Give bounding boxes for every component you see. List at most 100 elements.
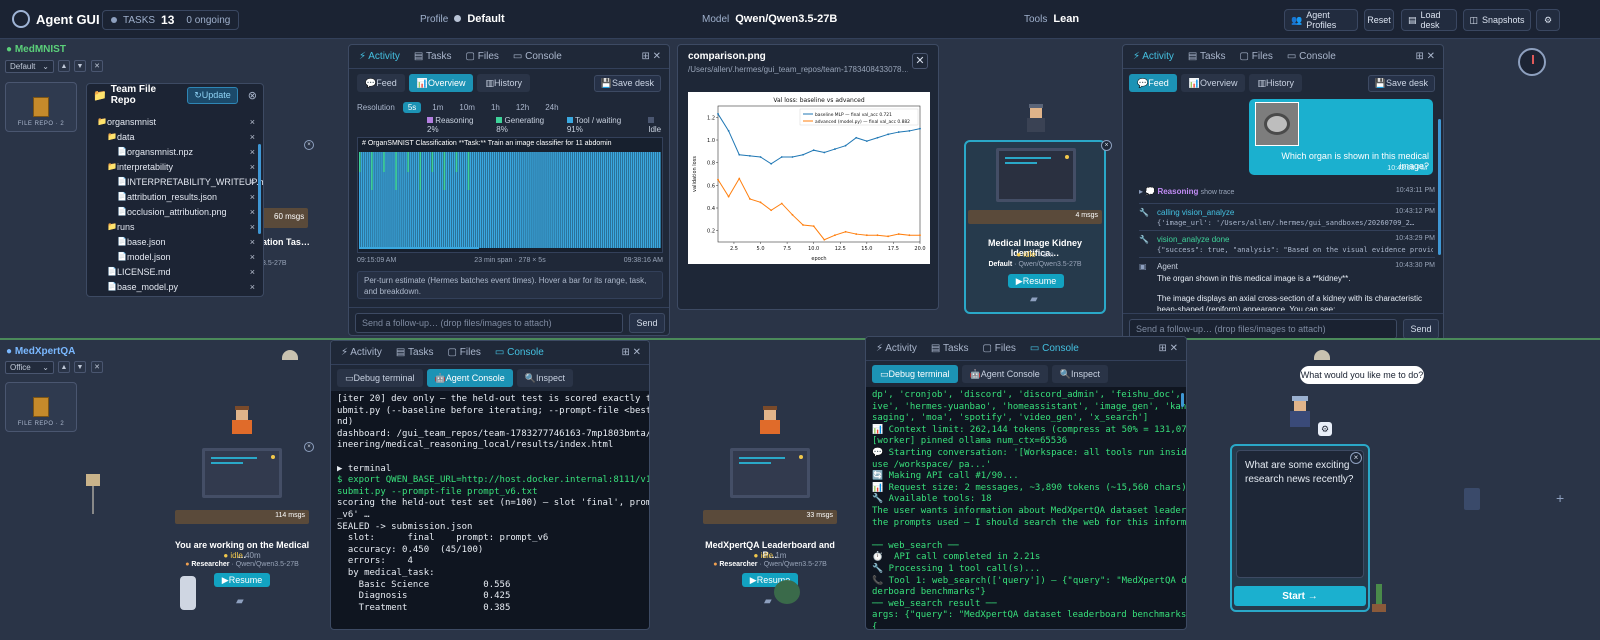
- send-button[interactable]: Send: [1403, 318, 1439, 339]
- delete-icon[interactable]: ×: [250, 282, 255, 292]
- timeline-bar[interactable]: [473, 152, 476, 248]
- delete-icon[interactable]: ×: [250, 117, 255, 127]
- timeline-bar[interactable]: [471, 152, 474, 248]
- timeline-bar[interactable]: [610, 152, 613, 248]
- timeline-bar[interactable]: [604, 152, 607, 248]
- update-button[interactable]: ↻ Update: [187, 86, 238, 104]
- timeline-bar[interactable]: [441, 152, 444, 248]
- timeline-bar[interactable]: [391, 152, 393, 248]
- timeline-bar[interactable]: [638, 152, 641, 248]
- timeline-bar[interactable]: [435, 152, 438, 248]
- timeline-bar[interactable]: [612, 152, 615, 248]
- tab-activity[interactable]: ⚡ Activity: [359, 51, 400, 62]
- timeline-bar[interactable]: [507, 152, 510, 248]
- timeline-bar[interactable]: [481, 152, 484, 248]
- timeline-bar[interactable]: [409, 152, 411, 248]
- timeline-bar-generating[interactable]: [371, 152, 373, 190]
- profile-selector[interactable]: Profile Default: [420, 13, 505, 25]
- timeline-bar[interactable]: [564, 152, 566, 248]
- agent-avatar[interactable]: [758, 406, 782, 440]
- followup-input[interactable]: Send a follow-up… (drop files/images to …: [355, 312, 623, 333]
- timeline-bar[interactable]: [614, 152, 617, 248]
- delete-icon[interactable]: ×: [250, 207, 255, 217]
- timeline-bar[interactable]: [499, 152, 502, 248]
- timeline-bar[interactable]: [632, 152, 635, 248]
- timeline-bar[interactable]: [538, 152, 540, 248]
- timeline-bar-generating[interactable]: [359, 152, 361, 172]
- timeline-bar[interactable]: [652, 152, 655, 248]
- timeline-bar[interactable]: [373, 152, 375, 248]
- timeline-bar[interactable]: [477, 152, 480, 248]
- timeline-bar[interactable]: [403, 152, 405, 248]
- repo-item[interactable]: 📄 base.json ×: [87, 234, 263, 249]
- subtab-inspect[interactable]: 🔍 Inspect: [516, 369, 574, 387]
- timeline-bar[interactable]: [399, 152, 401, 248]
- timeline-bar[interactable]: [413, 152, 415, 248]
- timeline-bar[interactable]: [369, 152, 371, 248]
- timeline-bar[interactable]: [445, 152, 448, 248]
- timeline-bar-generating[interactable]: [407, 152, 409, 172]
- agent-avatar[interactable]: [1026, 104, 1046, 138]
- timeline-bar[interactable]: [489, 152, 492, 248]
- timeline-bar[interactable]: [491, 152, 494, 248]
- timeline-bar[interactable]: [558, 152, 560, 248]
- timeline-bar[interactable]: [397, 152, 399, 248]
- repo-item[interactable]: 📁 runs ×: [87, 219, 263, 234]
- timeline-bar[interactable]: [586, 152, 589, 248]
- folder-icon[interactable]: ▰: [236, 596, 244, 607]
- timeline-bar[interactable]: [423, 152, 426, 248]
- timeline-bar[interactable]: [594, 152, 597, 248]
- save-desk-button[interactable]: 💾 Save desk: [593, 74, 661, 92]
- timeline-bar[interactable]: [590, 152, 593, 248]
- timeline-bar[interactable]: [411, 152, 413, 248]
- tab-tasks[interactable]: ▤ Tasks: [931, 343, 969, 354]
- show-trace-link[interactable]: show trace: [1201, 189, 1235, 196]
- repo-item[interactable]: 📄 organsmnist.npz ×: [87, 144, 263, 159]
- repo-item[interactable]: 📄 base_model.py ×: [87, 279, 263, 294]
- model-selector[interactable]: Model Qwen/Qwen3.5-27B: [702, 13, 837, 25]
- timeline-bar[interactable]: [375, 152, 377, 248]
- tab-activity[interactable]: ⚡ Activity: [876, 343, 917, 354]
- room-layout-select[interactable]: Office ⌄: [5, 361, 54, 374]
- tool-result-row[interactable]: 🔧 vision_analyze done 10:43:29 PM {"succ…: [1139, 230, 1435, 254]
- agent-avatar[interactable]: [1288, 396, 1312, 436]
- timeline-bar[interactable]: [483, 152, 486, 248]
- timeline-bar[interactable]: [642, 152, 645, 248]
- timeline-bar[interactable]: [572, 152, 575, 248]
- tab-files[interactable]: ▢ Files: [1240, 51, 1273, 62]
- close-icon[interactable]: ×: [304, 442, 314, 452]
- remove-room-button[interactable]: ✕: [91, 60, 103, 72]
- timeline-bar[interactable]: [606, 152, 609, 248]
- timeline-bar[interactable]: [451, 152, 454, 248]
- timeline-bar[interactable]: [528, 152, 530, 248]
- timeline-bar[interactable]: [620, 152, 623, 248]
- subtab-overview[interactable]: 📊 Overview: [1180, 74, 1246, 92]
- timeline-bar[interactable]: [385, 152, 387, 248]
- add-icon[interactable]: +: [1556, 490, 1564, 506]
- timeline-bar[interactable]: [658, 152, 661, 248]
- delete-icon[interactable]: ×: [250, 177, 255, 187]
- tab-files[interactable]: ▢ Files: [448, 347, 481, 358]
- timeline-bar[interactable]: [363, 152, 365, 248]
- timeline-bar[interactable]: [654, 152, 657, 248]
- timeline-bar-generating[interactable]: [395, 152, 397, 190]
- timeline-bar[interactable]: [487, 152, 490, 248]
- timeline-bar[interactable]: [485, 152, 488, 248]
- timeline-bar-generating[interactable]: [419, 152, 422, 190]
- timeline-bar[interactable]: [650, 152, 653, 248]
- timeline-bar[interactable]: [580, 152, 583, 248]
- tab-console[interactable]: ▭ Console: [1030, 343, 1079, 354]
- timeline-bar[interactable]: [644, 152, 647, 248]
- timeline-bar[interactable]: [421, 152, 424, 248]
- delete-icon[interactable]: ×: [250, 252, 255, 262]
- tools-selector[interactable]: Tools Lean: [1024, 13, 1079, 25]
- timeline-bar[interactable]: [552, 152, 554, 248]
- close-icon[interactable]: ✕: [1170, 343, 1178, 354]
- timeline-bar[interactable]: [544, 152, 546, 248]
- timeline-bar[interactable]: [634, 152, 637, 248]
- timeline-bar[interactable]: [457, 152, 460, 248]
- repo-item[interactable]: 📄 LICENSE.md ×: [87, 264, 263, 279]
- timeline-bar[interactable]: [656, 152, 659, 248]
- resume-button[interactable]: ▶ Resume: [1008, 274, 1064, 288]
- timeline-bar[interactable]: [526, 152, 528, 248]
